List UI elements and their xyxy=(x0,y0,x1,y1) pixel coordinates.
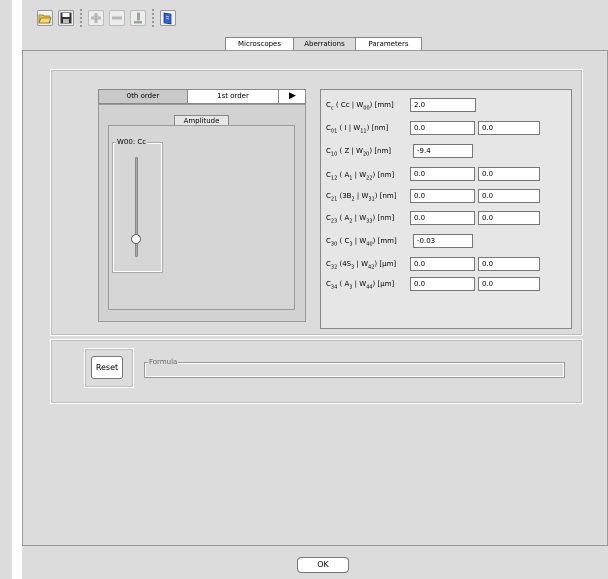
c34-field-1[interactable]: 0.0 xyxy=(410,277,475,291)
c01-field-2[interactable]: 0.0 xyxy=(478,121,540,135)
c12-field-2[interactable]: 0.0 xyxy=(478,167,540,181)
microscope-icon[interactable] xyxy=(130,10,146,26)
save-disk-icon[interactable] xyxy=(58,10,74,26)
tab-aberrations[interactable]: Aberrations xyxy=(293,37,356,51)
toolbar-separator xyxy=(80,9,82,27)
c32-field-1[interactable]: 0.0 xyxy=(410,257,475,271)
label-c34: C34 ( A3 | W44) [µm] xyxy=(326,280,395,291)
tab-scroll-right-arrow[interactable]: ▶ xyxy=(280,90,305,103)
slider-group-label: W00: Cc xyxy=(116,138,148,146)
open-folder-icon[interactable] xyxy=(37,10,53,26)
ok-button[interactable]: OK xyxy=(297,557,349,573)
reset-button[interactable]: Reset xyxy=(91,356,123,379)
tab-1st-order[interactable]: 1st order xyxy=(188,90,279,103)
label-c32: C32 (4S3 | W42) [µm] xyxy=(326,260,397,271)
c01-field-1[interactable]: 0.0 xyxy=(410,121,475,135)
cc-slider-thumb[interactable] xyxy=(131,234,141,244)
label-cc: Cc ( Cc | W00) [mm] xyxy=(326,101,394,112)
tab-microscopes[interactable]: Microscopes xyxy=(225,37,294,51)
left-panel-edge xyxy=(0,0,12,579)
label-c30: C30 ( C3 | W40) [mm] xyxy=(326,237,397,248)
formula-box xyxy=(145,363,564,377)
label-c21: C21 (3B2 | W31) [nm] xyxy=(326,192,397,203)
c23-field-1[interactable]: 0.0 xyxy=(410,211,475,225)
cc-field[interactable]: 2.0 xyxy=(410,98,476,112)
c10-field[interactable]: -9.4 xyxy=(413,144,473,158)
c32-field-2[interactable]: 0.0 xyxy=(478,257,540,271)
label-c01: C01 ( I | W11) [nm] xyxy=(326,124,389,135)
c23-field-2[interactable]: 0.0 xyxy=(478,211,540,225)
tab-parameters[interactable]: Parameters xyxy=(355,37,422,51)
label-c23: C23 ( A2 | W33) [nm] xyxy=(326,214,395,225)
formula-label: Formula xyxy=(148,358,179,366)
c21-field-2[interactable]: 0.0 xyxy=(478,189,540,203)
c12-field-1[interactable]: 0.0 xyxy=(410,167,475,181)
c30-field[interactable]: -0.03 xyxy=(413,234,473,248)
label-c10: C10 ( Z | W20) [nm] xyxy=(326,147,392,158)
aberrations-window: Microscopes Aberrations Parameters 0th o… xyxy=(22,0,608,579)
label-c12: C12 ( A1 | W22) [nm] xyxy=(326,171,395,182)
toolbar-separator xyxy=(152,9,154,27)
c34-field-2[interactable]: 0.0 xyxy=(478,277,540,291)
tab-0th-order[interactable]: 0th order xyxy=(99,90,188,103)
c21-field-1[interactable]: 0.0 xyxy=(410,189,475,203)
add-icon[interactable] xyxy=(88,10,104,26)
book-icon[interactable] xyxy=(160,10,176,26)
remove-icon[interactable] xyxy=(109,10,125,26)
